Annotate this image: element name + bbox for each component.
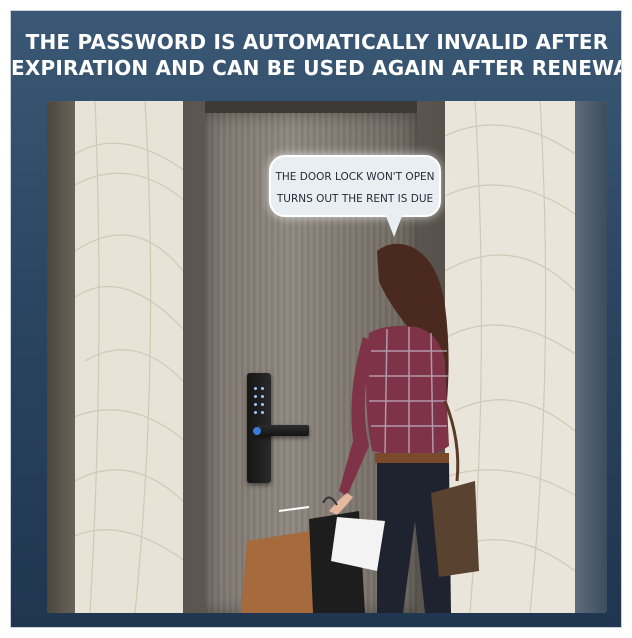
speech-bubble: THE DOOR LOCK WON'T OPEN TURNS OUT THE R… xyxy=(269,155,441,217)
headline-line-1: THE PASSWORD IS AUTOMATICALLY INVALID AF… xyxy=(25,30,609,54)
headline: THE PASSWORD IS AUTOMATICALLY INVALID AF… xyxy=(11,29,622,81)
headline-line-2: EXPIRATION AND CAN BE USED AGAIN AFTER R… xyxy=(11,56,622,80)
speech-bubble-line-2: TURNS OUT THE RENT IS DUE xyxy=(276,193,434,205)
speech-bubble-tail xyxy=(384,211,404,237)
speech-bubble-line-1: THE DOOR LOCK WON'T OPEN xyxy=(275,171,435,183)
product-banner: THE PASSWORD IS AUTOMATICALLY INVALID AF… xyxy=(10,10,622,628)
door-scene-photo: THE DOOR LOCK WON'T OPEN TURNS OUT THE R… xyxy=(47,101,607,613)
